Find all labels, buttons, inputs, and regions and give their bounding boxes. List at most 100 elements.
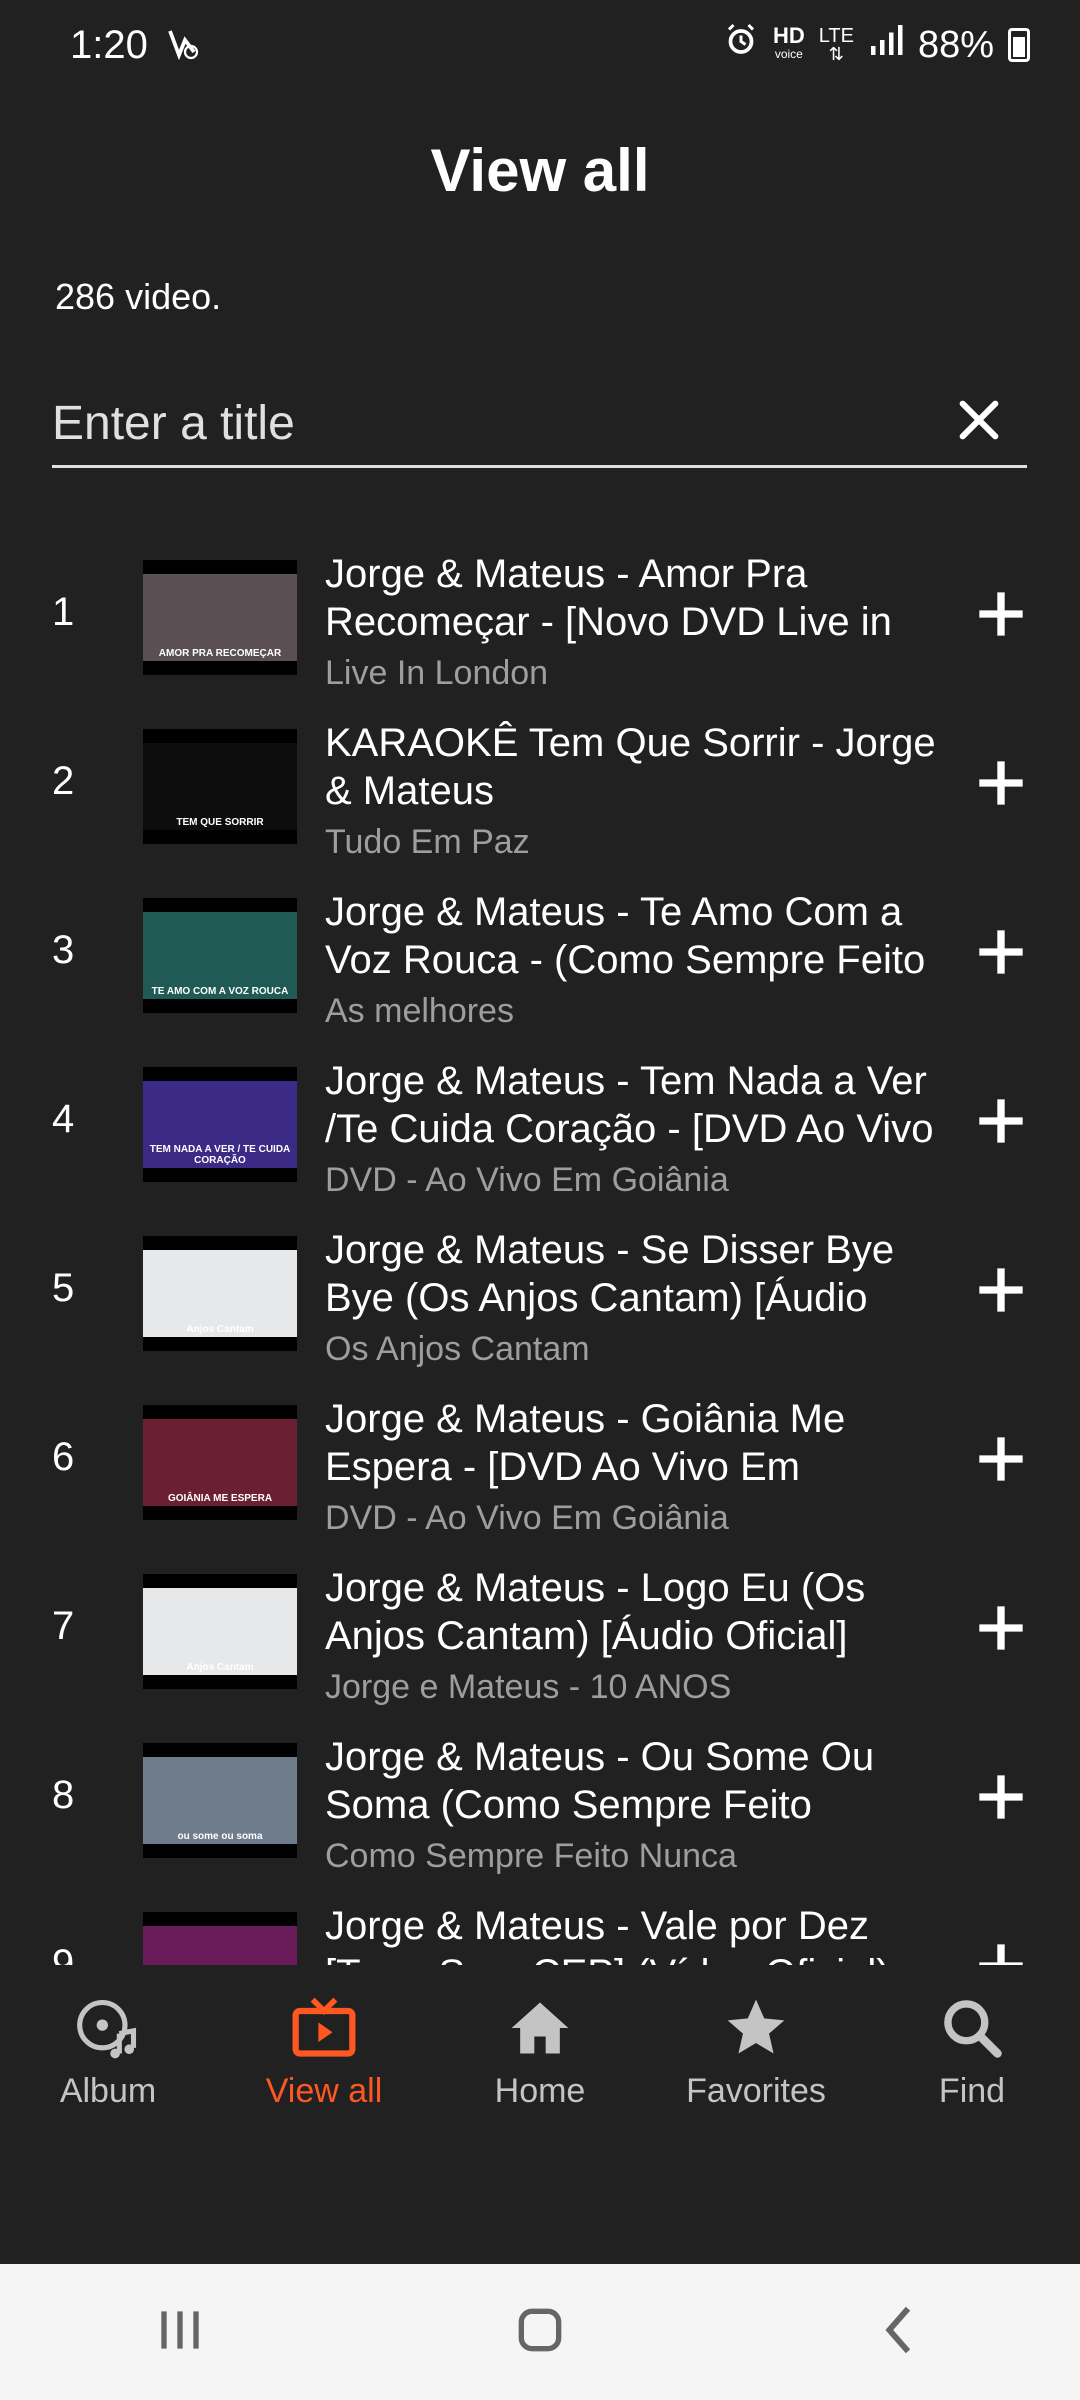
video-index: 3: [52, 928, 75, 972]
back-button[interactable]: [868, 2298, 932, 2367]
nav-label: Find: [938, 2072, 1006, 2110]
page-title: View all: [430, 137, 650, 204]
status-bar: 1:20 HD voice LTE ⇅ 88%: [0, 0, 1080, 90]
thumbnail-caption: ou some ou soma: [177, 1831, 263, 1842]
plus-icon: [979, 761, 1023, 805]
video-row[interactable]: 4 TEM NADA A VER / TE CUIDA CORAÇÃO Jorge …: [0, 1037, 1080, 1206]
video-row[interactable]: 2 TEM QUE SORRIR KARAOKÊ Tem Que Sorrir - …: [0, 699, 1080, 868]
nav-view-all[interactable]: View all: [216, 1966, 432, 2124]
video-title: Jorge & Mateus - Se Disser Bye Bye (Os A…: [325, 1228, 895, 1320]
calls-icon: [164, 25, 200, 66]
video-thumbnail[interactable]: TEM QUE SORRIR: [143, 729, 297, 844]
thumbnail-caption: AMOR PRA RECOMEÇAR: [158, 648, 282, 659]
video-album: DVD - Ao Vivo Em Goiânia: [325, 1161, 729, 1199]
video-index: 6: [52, 1435, 75, 1479]
video-list: 1 AMOR PRA RECOMEÇAR Jorge & Mateus - Amor…: [0, 530, 1080, 1965]
search-bar: [52, 382, 1027, 468]
video-thumbnail[interactable]: TE AMO COM A VOZ ROUCA: [143, 898, 297, 1013]
star-icon: [727, 1999, 785, 2054]
album-icon: [77, 1999, 137, 2059]
video-album: Jorge e Mateus - 10 ANOS: [325, 1668, 732, 1706]
nav-find[interactable]: Find: [864, 1966, 1080, 2124]
video-title: Jorge & Mateus - Tem Nada a Ver /Te Cuid…: [325, 1059, 934, 1151]
home-button[interactable]: [508, 2298, 572, 2367]
nav-favorites[interactable]: Favorites: [648, 1966, 864, 2124]
recent-apps-icon: [161, 2310, 199, 2349]
video-thumbnail[interactable]: [143, 1912, 297, 1965]
plus-icon: [979, 1099, 1023, 1143]
video-index: 2: [52, 759, 75, 803]
video-thumbnail[interactable]: Anjos Cantam: [143, 1236, 297, 1351]
video-row[interactable]: 9 Jorge & Mateus - Vale por Dez [Terra Se…: [0, 1882, 1080, 1965]
battery-percent: 88%: [917, 23, 994, 66]
video-title: Jorge & Mateus - Ou Some Ou Soma (Como S…: [325, 1735, 875, 1827]
video-index: 5: [52, 1266, 75, 1310]
add-to-playlist-button[interactable]: [975, 1095, 1027, 1147]
recent-apps-button[interactable]: [148, 2298, 212, 2367]
hd-voice-indicator: HD voice: [772, 23, 805, 62]
video-index: 8: [52, 1773, 75, 1817]
video-row[interactable]: 3 TE AMO COM A VOZ ROUCA Jorge & Mateus - …: [0, 868, 1080, 1037]
video-album: DVD - Ao Vivo Em Goiânia: [325, 1499, 729, 1537]
tv-icon: [292, 1997, 356, 2057]
thumbnail-caption: TEM NADA A VER / TE CUIDA CORAÇÃO: [149, 1144, 291, 1166]
plus-icon: [979, 1437, 1023, 1481]
add-to-playlist-button[interactable]: [975, 588, 1027, 640]
clear-search-button[interactable]: [951, 392, 1007, 448]
video-row[interactable]: 1 AMOR PRA RECOMEÇAR Jorge & Mateus - Amor…: [0, 530, 1080, 699]
add-to-playlist-button[interactable]: [975, 1771, 1027, 1823]
clock: 1:20: [70, 22, 148, 67]
nav-label: Home: [494, 2072, 586, 2110]
plus-icon: [979, 1775, 1023, 1819]
video-index: 7: [52, 1604, 75, 1648]
video-title: Jorge & Mateus - Logo Eu (Os Anjos Canta…: [325, 1566, 866, 1658]
video-row[interactable]: 8 ou some ou soma Jorge & Mateus - Ou Some…: [0, 1713, 1080, 1882]
lte-indicator: LTE ⇅: [818, 25, 854, 64]
video-thumbnail[interactable]: AMOR PRA RECOMEÇAR: [143, 560, 297, 675]
nav-label: View all: [265, 2072, 383, 2110]
video-thumbnail[interactable]: GOIÂNIA ME ESPERA: [143, 1405, 297, 1520]
nav-label: Album: [59, 2072, 157, 2110]
plus-icon: [979, 1268, 1023, 1312]
plus-icon: [979, 1944, 1023, 1965]
add-to-playlist-button[interactable]: [975, 1940, 1027, 1965]
video-row[interactable]: 7 Anjos Cantam Jorge & Mateus - Logo Eu (O…: [0, 1544, 1080, 1713]
video-row[interactable]: 5 Anjos Cantam Jorge & Mateus - Se Disser …: [0, 1206, 1080, 1375]
nav-label: Favorites: [686, 2072, 826, 2110]
title-search-input[interactable]: [52, 396, 902, 451]
add-to-playlist-button[interactable]: [975, 926, 1027, 978]
add-to-playlist-button[interactable]: [975, 1264, 1027, 1316]
video-thumbnail[interactable]: Anjos Cantam: [143, 1574, 297, 1689]
thumbnail-caption: TEM QUE SORRIR: [176, 817, 264, 828]
signal-icon: [868, 22, 904, 68]
thumbnail-caption: GOIÂNIA ME ESPERA: [167, 1493, 273, 1504]
empty-area: [0, 2124, 1080, 2264]
thumbnail-caption: Anjos Cantam: [186, 1324, 254, 1335]
add-to-playlist-button[interactable]: [975, 1433, 1027, 1485]
video-title: Jorge & Mateus - Te Amo Com a Voz Rouca …: [325, 890, 926, 982]
back-icon: [885, 2306, 911, 2353]
video-thumbnail[interactable]: ou some ou soma: [143, 1743, 297, 1858]
home-circle-icon: [518, 2308, 562, 2351]
video-thumbnail[interactable]: TEM NADA A VER / TE CUIDA CORAÇÃO: [143, 1067, 297, 1182]
search-icon: [944, 2000, 1002, 2058]
video-album: Como Sempre Feito Nunca: [325, 1837, 737, 1875]
thumbnail-image: [143, 1926, 297, 1965]
video-title: Jorge & Mateus - Vale por Dez [Terra Sem…: [325, 1904, 890, 1965]
nav-home[interactable]: Home: [432, 1966, 648, 2124]
add-to-playlist-button[interactable]: [975, 1602, 1027, 1654]
thumbnail-caption: Anjos Cantam: [186, 1662, 254, 1673]
video-row[interactable]: 6 GOIÂNIA ME ESPERA Jorge & Mateus - Goiân…: [0, 1375, 1080, 1544]
add-to-playlist-button[interactable]: [975, 757, 1027, 809]
video-index: 4: [52, 1097, 75, 1141]
video-count: 286 video.: [55, 276, 222, 317]
video-album: As melhores: [325, 992, 514, 1030]
video-title: Jorge & Mateus - Amor Pra Recomeçar - [N…: [325, 552, 892, 644]
video-title: KARAOKÊ Tem Que Sorrir - Jorge & Mateus: [325, 721, 936, 813]
system-navigation-bar: [0, 2264, 1080, 2400]
video-album: Os Anjos Cantam: [325, 1330, 590, 1368]
plus-icon: [979, 1606, 1023, 1650]
plus-icon: [979, 930, 1023, 974]
nav-album[interactable]: Album: [0, 1966, 216, 2124]
plus-icon: [979, 592, 1023, 636]
